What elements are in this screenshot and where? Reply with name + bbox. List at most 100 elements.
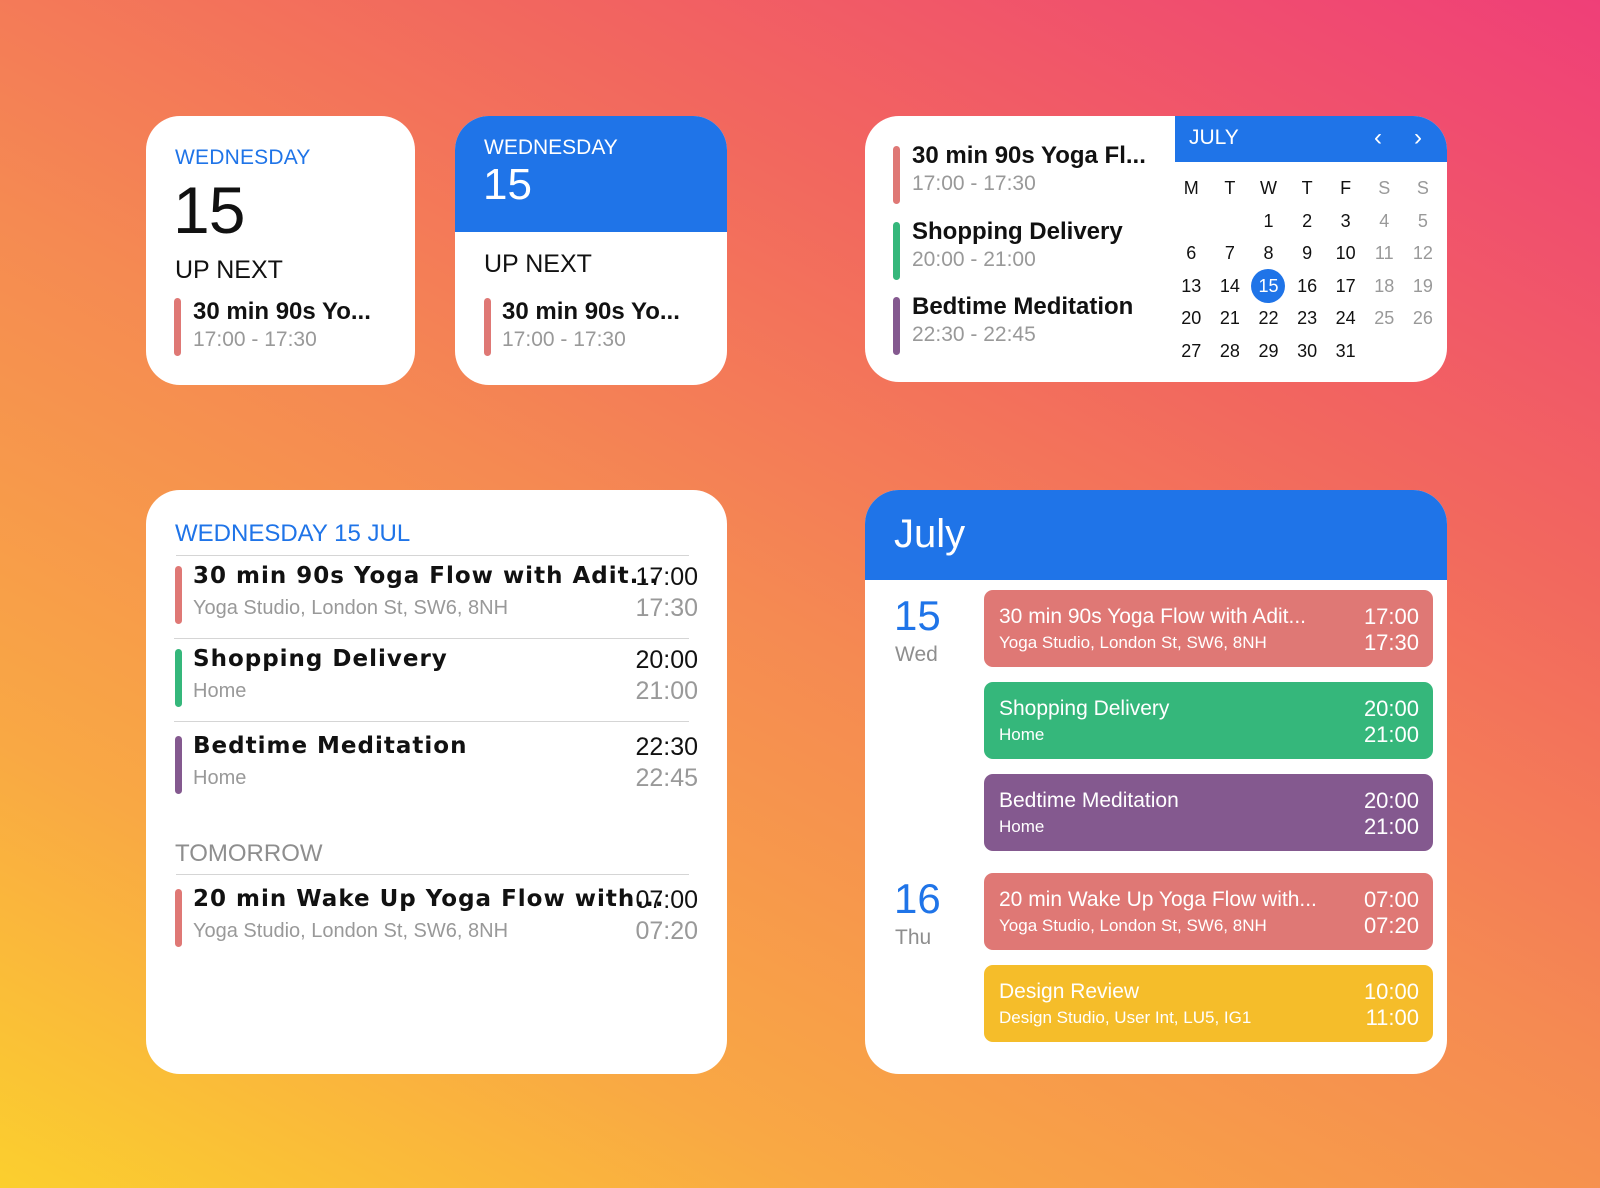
chevron-right-icon[interactable]: › bbox=[1403, 122, 1433, 154]
calendar-day[interactable]: 14 bbox=[1211, 270, 1250, 303]
event-time: 17:00 - 17:30 bbox=[193, 328, 317, 351]
up-next-label: UP NEXT bbox=[175, 256, 283, 284]
divider bbox=[176, 874, 689, 875]
event-title: Shopping Delivery bbox=[193, 646, 448, 672]
event-end-time: 21:00 bbox=[1363, 814, 1419, 839]
day-number: 15 bbox=[483, 160, 532, 209]
event-title: 20 min Wake Up Yoga Flow with... bbox=[193, 886, 665, 912]
calendar-day[interactable]: 23 bbox=[1288, 302, 1327, 335]
calendar-day[interactable]: 8 bbox=[1249, 237, 1288, 270]
day-number: 15 bbox=[894, 592, 941, 639]
up-next-label: UP NEXT bbox=[484, 250, 592, 278]
weekday-header: S bbox=[1378, 178, 1391, 198]
event-color-bar bbox=[893, 297, 900, 355]
event-time: 17:00 - 17:30 bbox=[502, 328, 626, 351]
event-title: 30 min 90s Yoga Flow with Adit... bbox=[999, 605, 1307, 628]
calendar-day[interactable]: 4 bbox=[1365, 205, 1404, 238]
event-time: 22:30 - 22:45 bbox=[912, 323, 1036, 346]
event-start-time: 20:00 bbox=[635, 646, 698, 674]
month-title: July bbox=[894, 512, 966, 556]
calendar-day-today[interactable]: 15 bbox=[1249, 268, 1288, 303]
calendar-day[interactable]: 19 bbox=[1404, 270, 1443, 303]
weekday-label: WEDNESDAY bbox=[175, 146, 311, 169]
event-color-bar bbox=[484, 298, 491, 356]
calendar-day[interactable]: 26 bbox=[1404, 302, 1443, 335]
week-row: 12345 bbox=[1172, 205, 1444, 238]
weekday-label: WEDNESDAY bbox=[484, 136, 618, 159]
event-card[interactable]: 20 min Wake Up Yoga Flow with... Yoga St… bbox=[984, 873, 1433, 950]
calendar-day[interactable]: 2 bbox=[1288, 205, 1327, 238]
widget-small-up-next[interactable]: WEDNESDAY 15 UP NEXT 30 min 90s Yo... 17… bbox=[146, 116, 415, 385]
month-name: JULY bbox=[1189, 126, 1239, 149]
calendar-day[interactable]: 7 bbox=[1211, 237, 1250, 270]
calendar-day[interactable]: 17 bbox=[1326, 270, 1365, 303]
day-name: Thu bbox=[895, 926, 932, 949]
event-title[interactable]: 30 min 90s Yo... bbox=[502, 298, 680, 326]
event-location: Home bbox=[193, 767, 247, 789]
calendar-day[interactable]: 13 bbox=[1172, 270, 1211, 303]
event-color-bar bbox=[175, 736, 182, 794]
event-row[interactable]: 20 min Wake Up Yoga Flow with... Yoga St… bbox=[175, 886, 698, 947]
event-end-time: 22:45 bbox=[635, 764, 698, 792]
event-card[interactable]: 30 min 90s Yoga Flow with Adit... Yoga S… bbox=[984, 590, 1433, 667]
widget-header: WEDNESDAY 15 bbox=[455, 116, 727, 232]
event-card[interactable]: Design Review Design Studio, User Int, L… bbox=[984, 965, 1433, 1042]
divider bbox=[174, 638, 689, 639]
calendar-day[interactable]: 29 bbox=[1249, 335, 1288, 368]
event-end-time: 11:00 bbox=[1365, 1005, 1419, 1030]
event-card[interactable]: Bedtime Meditation Home 20:00 21:00 bbox=[984, 774, 1433, 851]
weekday-header: S bbox=[1416, 178, 1429, 198]
weekday-header: T bbox=[1301, 178, 1313, 198]
chevron-left-icon[interactable]: ‹ bbox=[1363, 122, 1393, 154]
event-color-bar bbox=[174, 298, 181, 356]
month-header: JULY ‹ › bbox=[1175, 116, 1447, 162]
calendar-day[interactable]: 24 bbox=[1326, 302, 1365, 335]
event-title: 20 min Wake Up Yoga Flow with... bbox=[999, 888, 1317, 911]
event-start-time: 20:00 bbox=[1363, 696, 1419, 721]
event-title[interactable]: 30 min 90s Yo... bbox=[193, 298, 371, 326]
calendar-day[interactable]: 21 bbox=[1211, 302, 1250, 335]
calendar-day[interactable]: 30 bbox=[1288, 335, 1327, 368]
event-end-time: 21:00 bbox=[1363, 722, 1419, 747]
divider bbox=[174, 721, 689, 722]
calendar-day[interactable]: 1 bbox=[1249, 205, 1288, 238]
widget-large-upcoming-list[interactable]: WEDNESDAY 15 JUL 30 min 90s Yoga Flow wi… bbox=[146, 490, 727, 1074]
calendar-day[interactable]: 27 bbox=[1172, 335, 1211, 368]
calendar-day[interactable]: 16 bbox=[1288, 270, 1327, 303]
calendar-day[interactable]: 31 bbox=[1326, 335, 1365, 368]
event-title: 30 min 90s Yoga Fl... bbox=[912, 142, 1146, 169]
event-card[interactable]: Shopping Delivery Home 20:00 21:00 bbox=[984, 682, 1433, 759]
event-title: Bedtime Meditation bbox=[193, 733, 468, 759]
week-row: 6 7 8 9 10 11 12 bbox=[1172, 237, 1444, 270]
calendar-day[interactable]: 25 bbox=[1365, 302, 1404, 335]
widget-small-up-next-blue[interactable]: WEDNESDAY 15 UP NEXT 30 min 90s Yo... 17… bbox=[455, 116, 727, 385]
widget-large-agenda[interactable]: July 15 Wed 30 min 90s Yoga Flow with Ad… bbox=[865, 490, 1447, 1074]
calendar-day[interactable]: 20 bbox=[1172, 302, 1211, 335]
calendar-day[interactable]: 12 bbox=[1404, 237, 1443, 270]
calendar-empty-cell bbox=[1365, 335, 1404, 368]
calendar-day[interactable]: 28 bbox=[1211, 335, 1250, 368]
calendar-day[interactable]: 18 bbox=[1365, 270, 1404, 303]
event-location: Home bbox=[193, 680, 247, 702]
calendar-day[interactable]: 11 bbox=[1365, 237, 1404, 270]
widget-medium-events-month[interactable]: 30 min 90s Yoga Fl... 17:00 - 17:30 Shop… bbox=[865, 116, 1447, 382]
weekday-header: M bbox=[1183, 178, 1199, 198]
event-end-time: 17:30 bbox=[1363, 630, 1419, 655]
calendar-day[interactable]: 5 bbox=[1404, 205, 1443, 238]
event-row[interactable]: Shopping Delivery Home 20:00 21:00 bbox=[175, 646, 698, 707]
calendar-day[interactable]: 3 bbox=[1326, 205, 1365, 238]
event-start-time: 20:00 bbox=[1363, 788, 1419, 813]
day-label: 15 bbox=[1251, 268, 1286, 303]
calendar-day[interactable]: 10 bbox=[1326, 237, 1365, 270]
day-number: 16 bbox=[894, 875, 941, 922]
date-header: WEDNESDAY 15 JUL bbox=[175, 520, 411, 547]
event-row[interactable]: 30 min 90s Yoga Flow with Adit... Yoga S… bbox=[175, 563, 698, 624]
calendar-empty-cell bbox=[1172, 205, 1211, 238]
calendar-day[interactable]: 9 bbox=[1288, 237, 1327, 270]
month-grid: M T W T F S S 1 2 3 4 5 6 7 8 9 10 11 12 13 14 15 16 17 1… bbox=[1172, 172, 1444, 367]
calendar-day[interactable]: 6 bbox=[1172, 237, 1211, 270]
event-row[interactable]: Bedtime Meditation Home 22:30 22:45 bbox=[175, 733, 698, 794]
event-start-time: 17:00 bbox=[1363, 604, 1419, 629]
event-color-bar bbox=[175, 889, 182, 947]
calendar-day[interactable]: 22 bbox=[1249, 302, 1288, 335]
